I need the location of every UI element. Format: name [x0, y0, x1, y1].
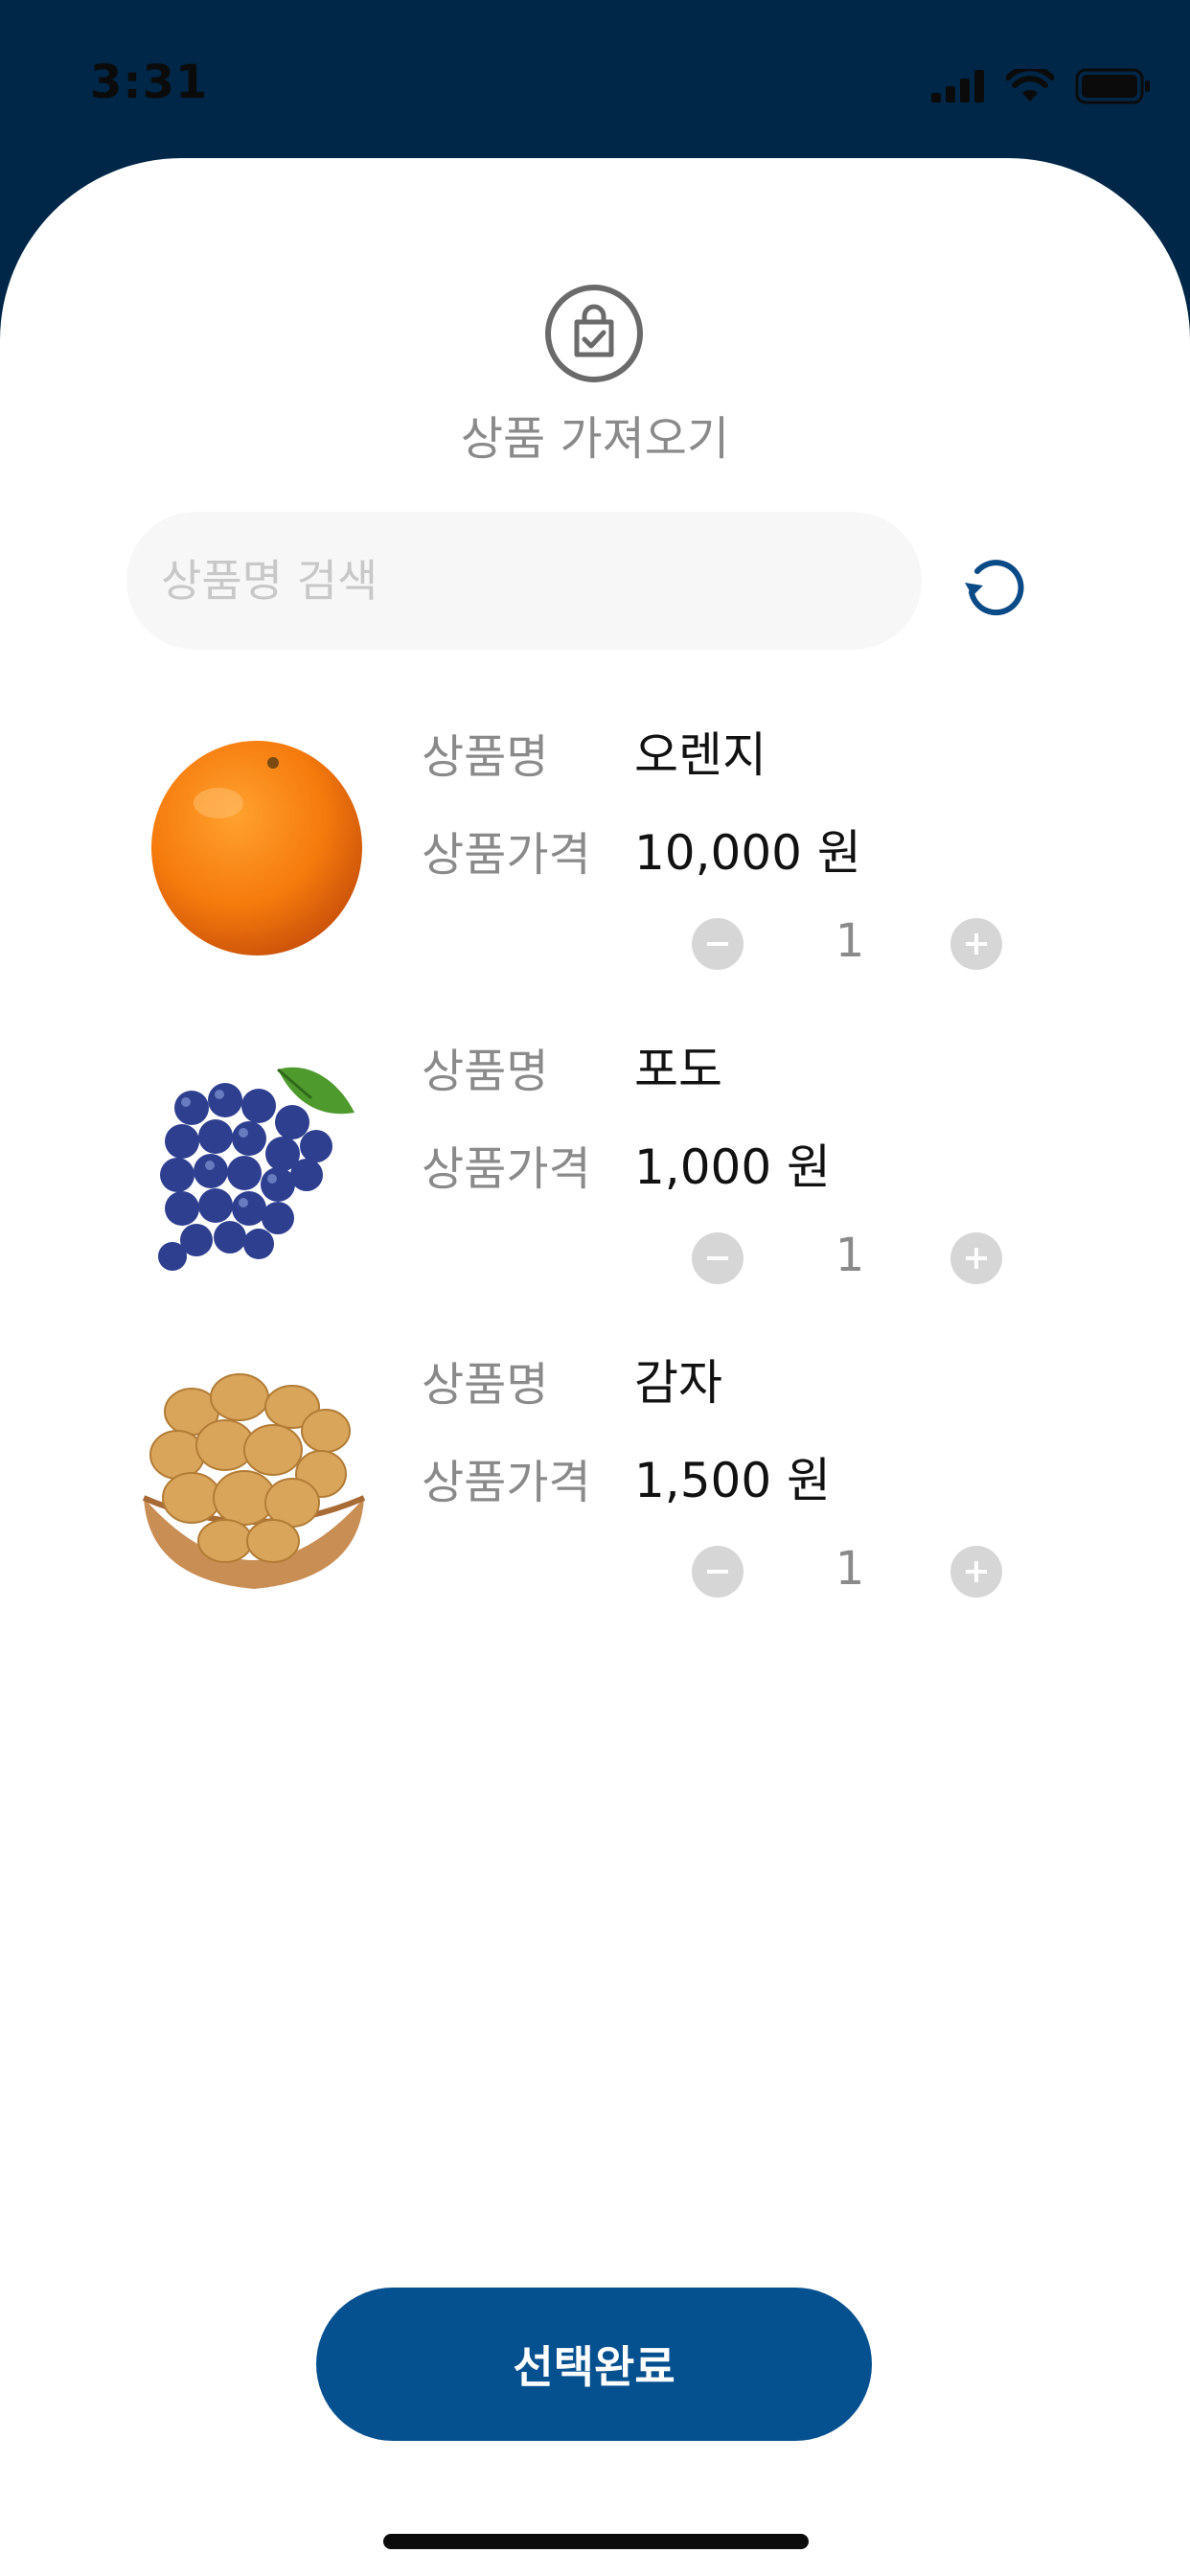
search-box [126, 512, 922, 650]
product-price-label: 상품가격 [422, 828, 591, 882]
status-bar: 3:31 [0, 0, 1190, 163]
product-price-label: 상품가격 [422, 1142, 591, 1196]
product-price: 10,000 원 [634, 825, 861, 881]
increase-quantity-button[interactable] [950, 918, 1002, 970]
quantity-value: 1 [835, 1229, 865, 1282]
quantity-stepper: 1 [692, 1542, 1006, 1601]
plus-icon [966, 1561, 987, 1582]
search-input[interactable] [159, 554, 891, 608]
minus-icon [707, 942, 728, 946]
quantity-value: 1 [835, 914, 865, 968]
refresh-button[interactable] [956, 546, 1033, 623]
quantity-stepper: 1 [692, 914, 1006, 974]
plus-icon [966, 933, 987, 954]
product-name-label: 상품명 [422, 730, 549, 784]
decrease-quantity-button[interactable] [692, 1546, 744, 1598]
minus-icon [707, 1570, 728, 1574]
signal-bars-icon [931, 70, 984, 103]
plus-icon [966, 1248, 987, 1269]
increase-quantity-button[interactable] [950, 1546, 1002, 1598]
product-name-label: 상품명 [422, 1358, 549, 1412]
product-image-orange [151, 741, 362, 955]
complete-selection-button[interactable]: 선택완료 [316, 2288, 872, 2441]
refresh-icon [965, 560, 1024, 616]
decrease-quantity-button[interactable] [692, 1232, 744, 1284]
status-time: 3:31 [90, 56, 209, 109]
battery-icon [1075, 68, 1150, 104]
product-image-potatoes [142, 1373, 366, 1589]
quantity-value: 1 [835, 1542, 865, 1596]
product-item: 상품명 감자 상품가격 1,500 원 1 [0, 1354, 1190, 1642]
wifi-icon [1006, 69, 1054, 102]
product-price: 1,500 원 [634, 1453, 832, 1508]
product-price-label: 상품가격 [422, 1456, 591, 1509]
product-name: 감자 [634, 1355, 722, 1411]
product-name: 포도 [634, 1042, 722, 1097]
increase-quantity-button[interactable] [950, 1232, 1002, 1284]
decrease-quantity-button[interactable] [692, 918, 744, 970]
product-name: 오렌지 [634, 727, 767, 783]
product-price: 1,000 원 [634, 1139, 832, 1195]
shopping-bag-check-icon [545, 285, 643, 382]
product-item: 상품명 포도 상품가격 1,000 원 1 [0, 1041, 1190, 1328]
home-indicator [383, 2534, 809, 2549]
quantity-stepper: 1 [692, 1229, 1006, 1288]
page-title: 상품 가져오기 [460, 412, 730, 466]
product-name-label: 상품명 [422, 1045, 549, 1098]
status-icons [931, 63, 1152, 109]
product-image-grapes [158, 1067, 355, 1271]
minus-icon [707, 1256, 728, 1260]
product-item: 상품명 오렌지 상품가격 10,000 원 1 [0, 726, 1190, 1014]
